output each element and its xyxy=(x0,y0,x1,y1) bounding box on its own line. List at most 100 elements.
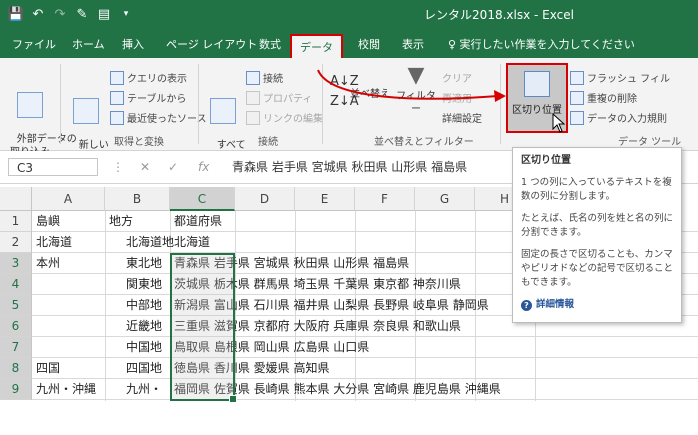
cell-c4[interactable]: 茨城県 栃木県 群馬県 埼玉県 千葉県 東京都 神奈川県 xyxy=(174,274,461,295)
enter-icon[interactable]: ✓ xyxy=(168,160,178,174)
cell-a9[interactable]: 九州・沖縄 xyxy=(36,379,96,400)
remove-duplicates-button[interactable]: 重複の削除 xyxy=(570,90,637,105)
row-header[interactable]: 7 xyxy=(0,337,32,358)
group-label-connections: 接続 xyxy=(258,137,278,148)
group-label-get-transform: 取得と変換 xyxy=(114,137,164,148)
window-title: レンタル2018.xlsx - Excel xyxy=(424,8,574,22)
tooltip-example: たとえば、氏名の列を姓と名の列に分割できます。 xyxy=(521,213,674,238)
select-all-corner[interactable] xyxy=(0,187,32,211)
cell-a8[interactable]: 四国 xyxy=(36,358,60,379)
tab-page-layout[interactable]: ページ レイアウト xyxy=(166,36,257,52)
column-header[interactable]: C xyxy=(170,187,235,211)
group-separator xyxy=(60,64,61,144)
table-icon xyxy=(110,90,124,105)
column-header[interactable]: G xyxy=(415,187,475,211)
reapply-button[interactable]: 再適用 xyxy=(442,90,472,105)
tooltip-description: 1 つの列に入っているテキストを複数の列に分割します。 xyxy=(521,177,672,202)
tooltip-more-info[interactable]: ? 詳細情報 xyxy=(521,298,673,312)
cell-b6[interactable]: 近畿地 xyxy=(126,316,162,337)
column-header[interactable]: E xyxy=(295,187,355,211)
group-separator xyxy=(198,64,199,144)
column-header[interactable]: B xyxy=(105,187,170,211)
text-to-columns-icon xyxy=(524,71,550,97)
tab-view[interactable]: 表示 xyxy=(402,36,424,52)
clear-button[interactable]: クリア xyxy=(442,70,472,85)
tell-me-box[interactable]: ♀ 実行したい作業を入力してください xyxy=(448,36,635,52)
flash-fill-icon xyxy=(570,70,584,85)
tooltip-title: 区切り位置 xyxy=(521,155,571,166)
filter-button[interactable]: ▼ フィルター xyxy=(396,64,436,116)
cancel-icon[interactable]: ✕ xyxy=(140,160,150,174)
row-header[interactable]: 1 xyxy=(0,211,32,232)
recent-sources-icon xyxy=(110,110,124,125)
flash-fill-button[interactable]: フラッシュ フィル xyxy=(570,70,670,85)
properties-icon xyxy=(246,90,260,105)
cell-b1[interactable]: 地方 xyxy=(109,211,133,232)
cell-c3[interactable]: 青森県 岩手県 宮城県 秋田県 山形県 福島県 xyxy=(174,253,409,274)
more-icon: ⋮ xyxy=(112,160,124,174)
cell-b4[interactable]: 関東地 xyxy=(126,274,162,295)
recent-sources-button[interactable]: 最近使ったソース xyxy=(110,110,207,125)
mouse-cursor-icon xyxy=(552,113,566,133)
cell-b9[interactable]: 九州・ xyxy=(126,379,162,400)
tab-insert[interactable]: 挿入 xyxy=(122,36,144,52)
cell-b7[interactable]: 中国地 xyxy=(126,337,162,358)
properties-button[interactable]: プロパティ xyxy=(246,90,312,105)
cell-c6[interactable]: 三重県 滋賀県 京都府 大阪府 兵庫県 奈良県 和歌山県 xyxy=(174,316,461,337)
cell-a2[interactable]: 北海道 xyxy=(36,232,72,253)
remove-duplicates-icon xyxy=(570,90,584,105)
column-header[interactable]: A xyxy=(32,187,105,211)
ribbon-tabs: ファイル ホーム 挿入 ページ レイアウト 数式 データ 校閲 表示 ♀ 実行し… xyxy=(0,28,698,63)
show-queries-button[interactable]: クエリの表示 xyxy=(110,70,187,85)
text-to-columns-tooltip: 区切り位置 1 つの列に入っているテキストを複数の列に分割します。 たとえば、氏… xyxy=(512,147,682,323)
row-header[interactable]: 5 xyxy=(0,295,32,316)
insert-function-icon[interactable]: fx xyxy=(198,160,209,174)
group-separator xyxy=(500,64,501,144)
cell-c7[interactable]: 鳥取県 島根県 岡山県 広島県 山口県 xyxy=(174,337,369,358)
gridline xyxy=(105,211,106,401)
column-header[interactable]: D xyxy=(235,187,295,211)
row-header[interactable]: 9 xyxy=(0,379,32,400)
group-label-sort-filter: 並べ替えとフィルター xyxy=(374,137,474,148)
tab-home[interactable]: ホーム xyxy=(72,36,105,52)
query-list-icon xyxy=(110,70,124,85)
sort-asc-icon[interactable]: A↓Z xyxy=(330,74,359,89)
refresh-icon xyxy=(210,98,236,124)
row-header[interactable]: 8 xyxy=(0,358,32,379)
cell-c5[interactable]: 新潟県 富山県 石川県 福井県 山梨県 長野県 岐阜県 静岡県 xyxy=(174,295,489,316)
tooltip-note: 固定の長さで区切ることも、カンマやピリオドなどの記号で区切ることもできます。 xyxy=(521,249,674,288)
name-box[interactable]: C3 xyxy=(8,158,98,176)
cell-c2[interactable]: 北海道 xyxy=(174,232,210,253)
data-validation-button[interactable]: データの入力規則 xyxy=(570,110,667,125)
from-table-button[interactable]: テーブルから xyxy=(110,90,186,105)
help-icon: ? xyxy=(521,299,532,311)
tab-formulas[interactable]: 数式 xyxy=(259,36,281,52)
new-query-icon xyxy=(73,98,99,124)
formula-content[interactable]: 青森県 岩手県 宮城県 秋田県 山形県 福島県 xyxy=(232,158,467,175)
row-header[interactable]: 3 xyxy=(0,253,32,274)
tab-review[interactable]: 校閲 xyxy=(358,36,380,52)
cell-c1[interactable]: 都道府県 xyxy=(174,211,222,232)
cell-a3[interactable]: 本州 xyxy=(36,253,60,274)
cell-c9[interactable]: 福岡県 佐賀県 長崎県 熊本県 大分県 宮崎県 鹿児島県 沖縄県 xyxy=(174,379,501,400)
row-header[interactable]: 4 xyxy=(0,274,32,295)
title-bar: 💾 ↶ ↷ ✎ ▤ ▾ レンタル2018.xlsx - Excel xyxy=(0,0,698,28)
row-header[interactable]: 6 xyxy=(0,316,32,337)
cell-b5[interactable]: 中部地 xyxy=(126,295,162,316)
cell-b2[interactable]: 北海道地 xyxy=(126,232,174,253)
advanced-filter-button[interactable]: 詳細設定 xyxy=(442,110,482,125)
ribbon: 外部データの 取り込み 新しい クエリ クエリの表示 テーブルから 最近使ったソ… xyxy=(0,58,698,164)
cell-a1[interactable]: 島嶼 xyxy=(36,211,60,232)
cell-b3[interactable]: 東北地 xyxy=(126,253,162,274)
links-icon xyxy=(246,110,260,125)
cell-b8[interactable]: 四国地 xyxy=(126,358,162,379)
column-header[interactable]: F xyxy=(355,187,415,211)
sort-button[interactable]: 並べ替え xyxy=(350,88,390,101)
edit-links-button[interactable]: リンクの編集 xyxy=(246,110,323,125)
connections-icon xyxy=(246,70,260,85)
connections-button[interactable]: 接続 xyxy=(246,70,283,85)
row-header[interactable]: 2 xyxy=(0,232,32,253)
group-separator xyxy=(322,64,323,144)
tab-file[interactable]: ファイル xyxy=(12,36,56,52)
cell-c8[interactable]: 徳島県 香川県 愛媛県 高知県 xyxy=(174,358,329,379)
